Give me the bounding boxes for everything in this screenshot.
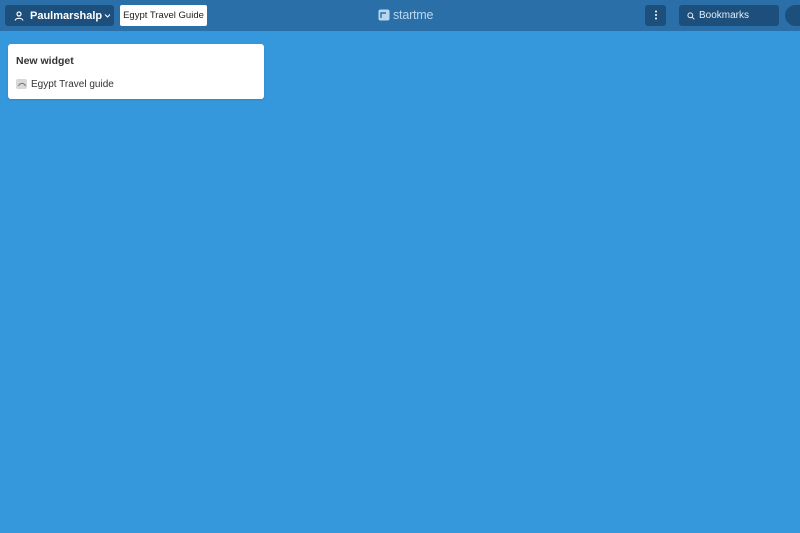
bookmarks-search-input[interactable]: Bookmarks	[679, 5, 779, 26]
chevron-down-icon	[104, 12, 111, 19]
search-icon	[687, 11, 695, 20]
startme-logo[interactable]: startme	[378, 8, 433, 22]
more-options-button[interactable]	[645, 5, 666, 26]
vertical-dots-icon	[654, 7, 658, 25]
widget-title[interactable]: New widget	[16, 55, 74, 67]
logo-icon	[378, 9, 390, 21]
widget-card: New widget Egypt Travel guide	[8, 44, 264, 99]
favicon-icon	[16, 79, 27, 89]
user-name: Paulmarshalp	[30, 9, 103, 22]
top-bar: Paulmarshalp Egypt Travel Guide startme	[0, 0, 800, 31]
bookmark-label: Egypt Travel guide	[31, 78, 114, 90]
page-tab[interactable]: Egypt Travel Guide	[120, 5, 207, 26]
logo-text: startme	[393, 8, 434, 22]
bookmark-link[interactable]: Egypt Travel guide	[16, 77, 114, 91]
avatar-button[interactable]	[785, 5, 800, 26]
search-placeholder: Bookmarks	[699, 10, 750, 21]
user-icon	[14, 10, 24, 21]
user-menu-button[interactable]: Paulmarshalp	[5, 5, 114, 26]
